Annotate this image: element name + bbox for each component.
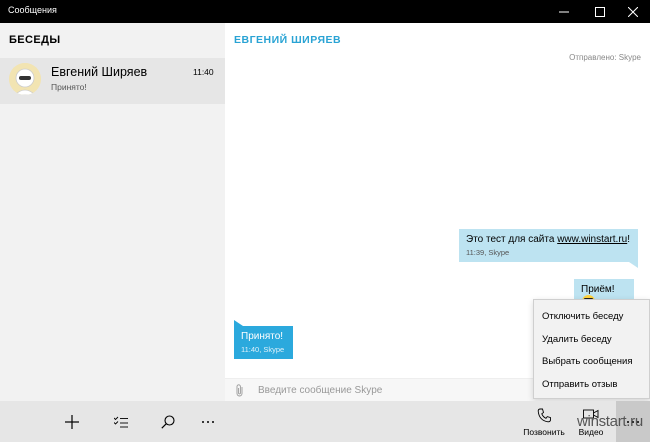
plus-icon: [65, 414, 79, 429]
close-button[interactable]: [616, 0, 650, 23]
message-meta: 11:39, Skype: [466, 248, 510, 257]
window-title: Сообщения: [8, 5, 57, 15]
conversation-time: 11:40: [193, 67, 214, 77]
phone-icon: [537, 408, 551, 423]
conversations-pane: БЕСЕДЫ Евгений Ширяев 11:40 Принято!: [0, 23, 225, 401]
conversations-heading: БЕСЕДЫ: [9, 34, 61, 46]
search-button[interactable]: [152, 401, 184, 442]
call-label: Позвонить: [523, 427, 565, 437]
message-meta: 11:40, Skype: [241, 345, 285, 354]
message-text: Это тест для сайта: [466, 234, 558, 245]
new-conversation-button[interactable]: [56, 401, 88, 442]
maximize-button[interactable]: [583, 0, 617, 23]
message-outgoing[interactable]: Это тест для сайта www.winstart.ru! 11:3…: [459, 229, 638, 268]
more-button-left[interactable]: [192, 401, 224, 442]
menu-item-select-messages[interactable]: Выбрать сообщения: [534, 351, 649, 374]
minimize-button[interactable]: [547, 0, 581, 23]
message-input[interactable]: Введите сообщение Skype: [258, 385, 382, 396]
message-text-suffix: !: [627, 234, 630, 245]
maximize-icon: [595, 6, 605, 17]
conversation-preview: Принято!: [51, 82, 87, 92]
menu-item-delete-conversation[interactable]: Удалить беседу: [534, 329, 649, 352]
conversation-item[interactable]: Евгений Ширяев 11:40 Принято!: [0, 58, 225, 104]
message-text: Принято!: [241, 331, 284, 342]
call-button[interactable]: Позвонить: [519, 405, 569, 442]
message-text: Приём!: [581, 284, 615, 295]
close-icon: [628, 6, 638, 17]
conversation-name: Евгений Ширяев: [51, 65, 148, 79]
sent-via-info: Отправлено: Skype: [569, 53, 641, 62]
search-icon: [161, 414, 175, 429]
select-button[interactable]: [105, 401, 137, 442]
menu-item-mute-conversation[interactable]: Отключить беседу: [534, 306, 649, 329]
message-outgoing[interactable]: Приём!: [574, 279, 634, 308]
title-bar: Сообщения: [0, 0, 650, 23]
ellipsis-icon: [202, 420, 214, 423]
avatar-image: [9, 63, 41, 95]
message-link[interactable]: www.winstart.ru: [557, 234, 627, 245]
watermark: winstart.ru: [577, 413, 643, 430]
message-incoming[interactable]: Принято! 11:40, Skype: [234, 320, 293, 359]
checklist-icon: [114, 416, 128, 427]
more-options-menu: Отключить беседу Удалить беседу Выбрать …: [533, 299, 650, 399]
menu-item-send-feedback[interactable]: Отправить отзыв: [534, 374, 649, 397]
chat-contact-name: ЕВГЕНИЙ ШИРЯЕВ: [234, 34, 342, 46]
avatar: [9, 63, 41, 95]
minimize-icon: [559, 11, 569, 12]
paperclip-icon[interactable]: [235, 384, 245, 402]
